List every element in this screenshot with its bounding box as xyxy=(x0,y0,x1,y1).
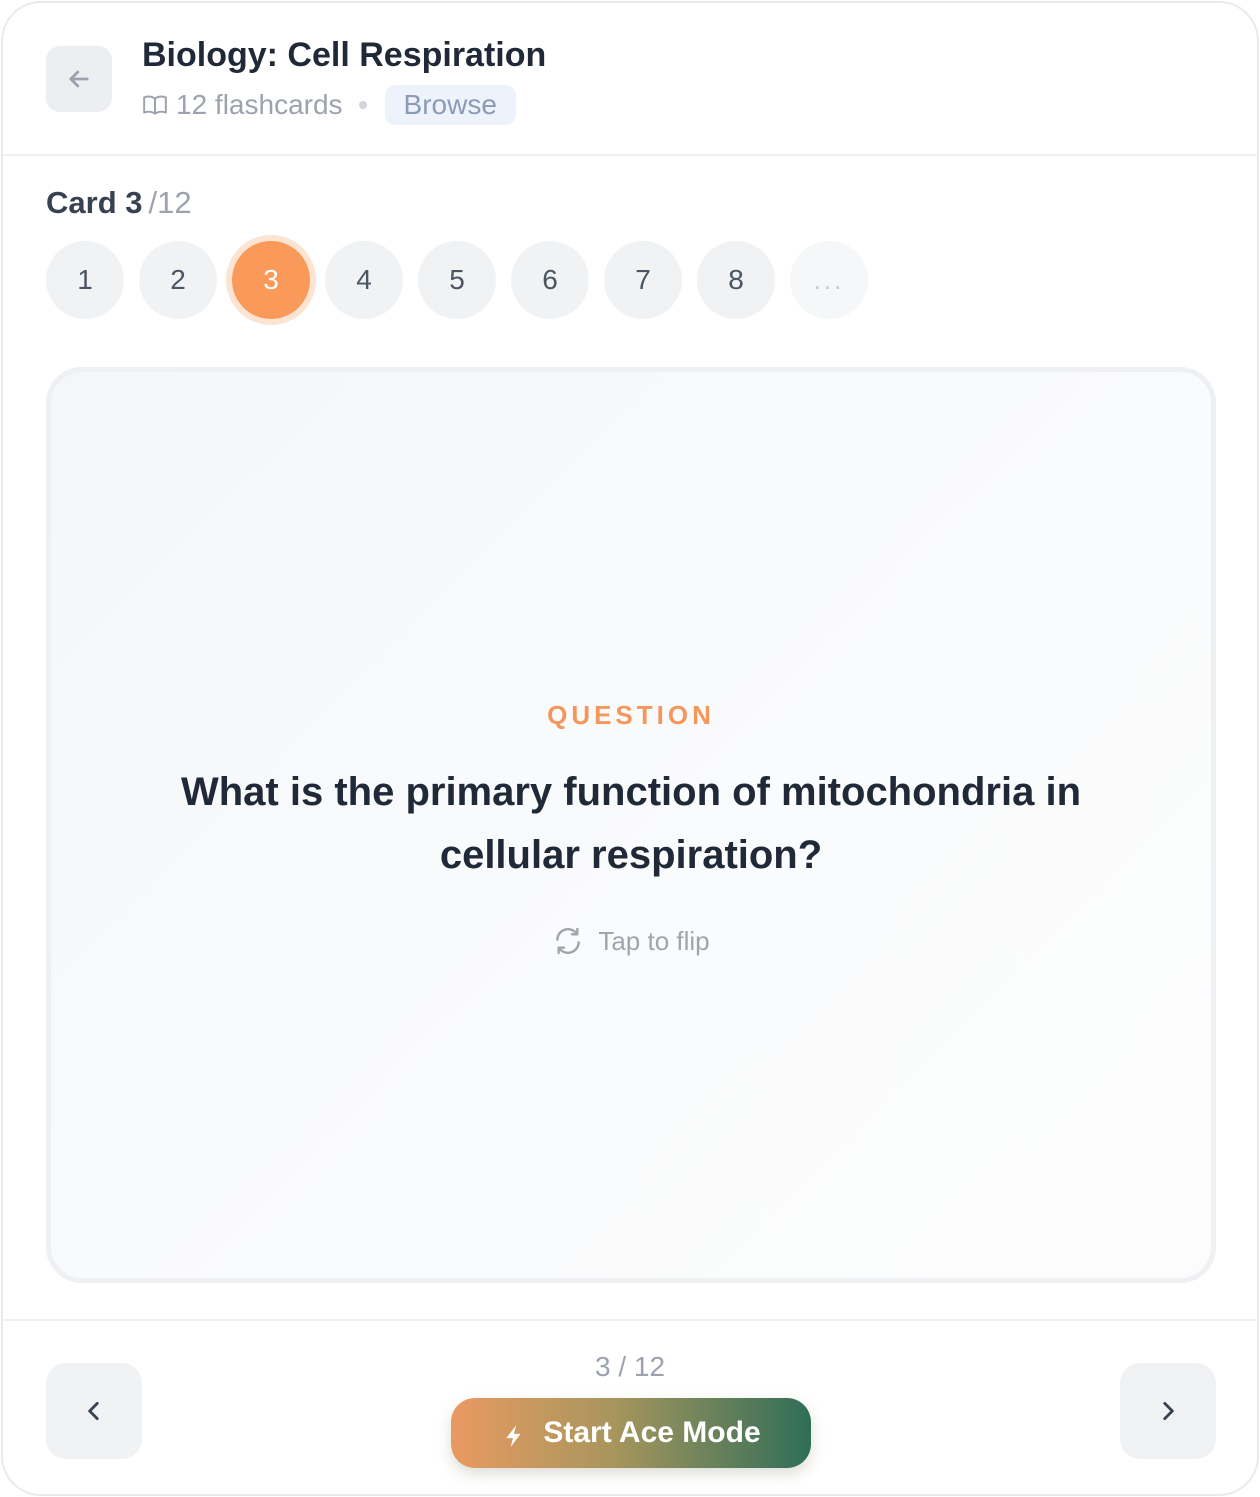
mode-badge: Browse xyxy=(384,85,516,125)
pager-more[interactable]: ... xyxy=(790,241,868,319)
arrow-left-icon xyxy=(69,70,89,88)
card-counter: Card 3/12 xyxy=(46,185,192,221)
pager-dot-2[interactable]: 2 xyxy=(139,241,217,319)
question-text: What is the primary function of mitochon… xyxy=(180,770,1082,877)
footer: 3 / 12 Start Ace Mode xyxy=(3,1319,1257,1494)
pager-dot-7[interactable]: 7 xyxy=(604,241,682,319)
deck-meta: 12 flashcards Browse xyxy=(142,85,516,125)
back-button[interactable] xyxy=(46,46,112,112)
next-card-button[interactable] xyxy=(1120,1363,1216,1459)
start-ace-mode-label: Start Ace Mode xyxy=(543,1416,761,1449)
refresh-icon xyxy=(556,927,581,955)
start-ace-mode-button[interactable]: Start Ace Mode xyxy=(451,1398,811,1468)
card-counter-total: /12 xyxy=(148,185,192,220)
lightning-bolt-icon xyxy=(506,1425,521,1447)
pager-dot-5[interactable]: 5 xyxy=(418,241,496,319)
pager-dot-4[interactable]: 4 xyxy=(325,241,403,319)
card-counter-label: Card 3 xyxy=(46,185,143,220)
book-open-icon xyxy=(143,95,167,115)
card-side-label: QUESTION xyxy=(547,700,715,730)
pager-dot-6[interactable]: 6 xyxy=(511,241,589,319)
header: Biology: Cell Respiration 12 flashcards … xyxy=(3,3,1257,156)
chevron-left-icon xyxy=(88,1402,99,1420)
flashcard-browser-window: Biology: Cell Respiration 12 flashcards … xyxy=(1,1,1259,1496)
flashcard-count: 12 flashcards xyxy=(176,89,343,120)
pager-dot-3-active[interactable]: 3 xyxy=(232,241,310,319)
separator-dot xyxy=(358,101,367,109)
pager-dot-8[interactable]: 8 xyxy=(697,241,775,319)
flip-hint-text: Tap to flip xyxy=(598,925,710,956)
pager-dot-1[interactable]: 1 xyxy=(46,241,124,319)
chevron-right-icon xyxy=(1163,1402,1174,1420)
flashcard[interactable]: QUESTION What is the primary function of… xyxy=(46,367,1216,1283)
progress-indicator: 3 / 12 xyxy=(594,1351,666,1382)
flip-hint: Tap to flip xyxy=(51,921,1211,961)
deck-title: Biology: Cell Respiration xyxy=(142,36,547,74)
